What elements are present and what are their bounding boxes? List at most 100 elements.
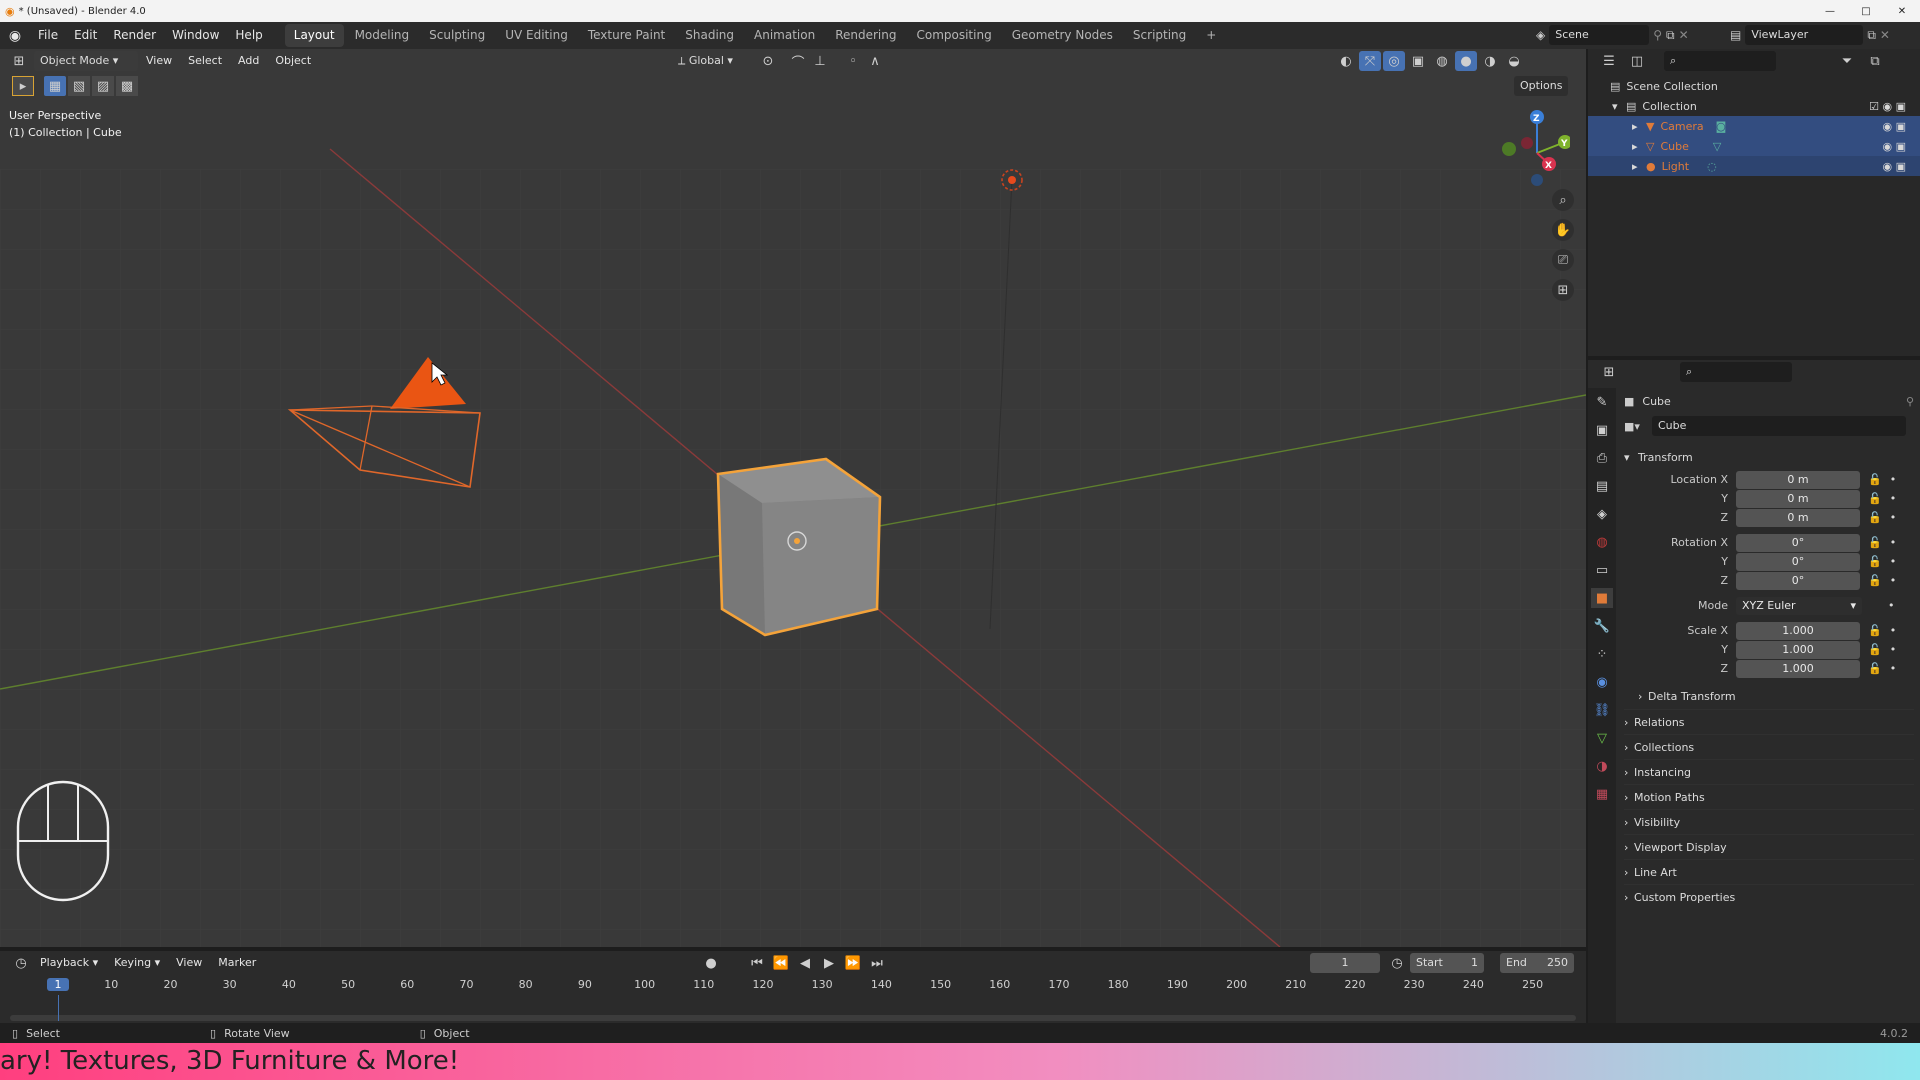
pin-icon[interactable]: ⚲ <box>1906 395 1914 408</box>
location-x-field[interactable]: 0 m <box>1736 470 1860 489</box>
keyframe-dot-icon[interactable]: • <box>1890 574 1897 587</box>
record-icon[interactable]: ● <box>700 953 722 973</box>
minimize-icon[interactable]: — <box>1812 6 1848 17</box>
lock-icon[interactable]: 🔓 <box>1868 555 1882 568</box>
falloff-icon[interactable]: ∧ <box>864 51 886 71</box>
select-tool-icon[interactable]: ▸ <box>12 76 34 96</box>
world-tab-icon[interactable]: ◍ <box>1591 532 1613 552</box>
snap-target-icon[interactable]: ⊥ <box>809 51 831 71</box>
properties-editor-icon[interactable]: ⊞ <box>1598 362 1620 382</box>
scale-z-field[interactable]: 1.000 <box>1736 659 1860 678</box>
display-mode-icon[interactable]: ◫ <box>1626 51 1648 71</box>
xray-toggle-icon[interactable]: ▣ <box>1407 51 1429 71</box>
panel-viewport-display[interactable]: › Viewport Display <box>1624 834 1914 859</box>
blender-menu-icon[interactable]: ◉ <box>0 28 30 44</box>
output-tab-icon[interactable]: ⎙ <box>1591 448 1613 468</box>
end-frame-field[interactable]: End 250 <box>1500 953 1574 973</box>
menu-window[interactable]: Window <box>164 22 227 49</box>
object-type-icon[interactable]: ■▾ <box>1624 420 1652 433</box>
delta-transform-subpanel[interactable]: › Delta Transform <box>1624 684 1914 709</box>
timeline-menu-keying[interactable]: Keying ▾ <box>106 951 168 975</box>
collection-tab-icon[interactable]: ▭ <box>1591 560 1613 580</box>
select-extend-icon[interactable]: ▧ <box>68 76 90 96</box>
filter-icon[interactable]: ⏷ <box>1836 51 1858 71</box>
3d-viewport[interactable]: ⊞ Object Mode ▾ View Select Add Object ⟂… <box>0 49 1586 947</box>
material-tab-icon[interactable]: ◑ <box>1591 756 1613 776</box>
object-name-field[interactable]: Cube <box>1652 416 1906 436</box>
panel-motion-paths[interactable]: › Motion Paths <box>1624 784 1914 809</box>
checkbox-icon[interactable]: ☑ <box>1869 100 1879 113</box>
panel-collections[interactable]: › Collections <box>1624 734 1914 759</box>
camera-render-icon[interactable]: ▣ <box>1896 140 1906 153</box>
particles-tab-icon[interactable]: ⁘ <box>1591 644 1613 664</box>
expand-arrow-icon[interactable]: ▸ <box>1632 140 1646 153</box>
close-icon[interactable]: ✕ <box>1884 6 1920 17</box>
menu-render[interactable]: Render <box>105 22 164 49</box>
lock-icon[interactable]: 🔓 <box>1868 643 1882 656</box>
navigation-gizmo[interactable]: Z Y X <box>1494 107 1570 187</box>
tab-modeling[interactable]: Modeling <box>346 24 419 47</box>
outliner-editor-icon[interactable]: ☰ <box>1598 51 1620 71</box>
lock-icon[interactable]: 🔓 <box>1868 624 1882 637</box>
viewlayer-name-field[interactable]: ViewLayer <box>1745 25 1864 45</box>
tab-scripting[interactable]: Scripting <box>1124 24 1195 47</box>
solid-shading-icon[interactable]: ● <box>1455 51 1477 71</box>
panel-instancing[interactable]: › Instancing <box>1624 759 1914 784</box>
lock-icon[interactable]: 🔓 <box>1868 492 1882 505</box>
new-scene-icon[interactable]: ⧉ <box>1666 28 1675 43</box>
expand-arrow-icon[interactable]: ▸ <box>1632 120 1646 133</box>
constraints-tab-icon[interactable]: ⛓ <box>1591 700 1613 720</box>
location-z-field[interactable]: 0 m <box>1736 508 1860 527</box>
timeline-menu-playback[interactable]: Playback ▾ <box>32 951 106 975</box>
keyframe-dot-icon[interactable]: • <box>1890 662 1897 675</box>
lock-icon[interactable]: 🔓 <box>1868 473 1882 486</box>
maximize-icon[interactable]: □ <box>1848 6 1884 17</box>
viewport-menu-view[interactable]: View <box>138 49 180 73</box>
menu-file[interactable]: File <box>30 22 66 49</box>
play-reverse-icon[interactable]: ◀ <box>794 953 816 973</box>
timeline-menu-marker[interactable]: Marker <box>210 951 264 975</box>
location-y-field[interactable]: 0 m <box>1736 489 1860 508</box>
keyframe-dot-icon[interactable]: • <box>1890 511 1897 524</box>
rendered-shading-icon[interactable]: ◒ <box>1503 51 1525 71</box>
panel-visibility[interactable]: › Visibility <box>1624 809 1914 834</box>
current-frame-marker[interactable]: 1 <box>47 978 69 991</box>
viewport-menu-object[interactable]: Object <box>267 49 319 73</box>
menu-help[interactable]: Help <box>227 22 270 49</box>
gizmo-toggle-icon[interactable]: ⤧ <box>1359 51 1381 71</box>
view-layer-tab-icon[interactable]: ▤ <box>1591 476 1613 496</box>
timeline-menu-view[interactable]: View <box>168 951 210 975</box>
frame-ruler[interactable]: 1 10 20 30 40 50 60 70 80 90 100 110 120 130 140 150 160… <box>0 975 1586 995</box>
outliner-item-camera[interactable]: ▸ ▼ Camera ◙ ◉ ▣ <box>1588 116 1920 136</box>
timeline-editor-icon[interactable]: ◷ <box>10 953 32 973</box>
tab-layout[interactable]: Layout <box>284 24 344 47</box>
outliner-item-light[interactable]: ▸ ● Light ◌ ◉ ▣ <box>1588 156 1920 176</box>
transform-panel-header[interactable]: ▾ Transform <box>1624 444 1914 470</box>
pivot-point-icon[interactable]: ⊙ <box>757 51 779 71</box>
next-keyframe-icon[interactable]: ⏩ <box>842 953 864 973</box>
jump-end-icon[interactable]: ⏭ <box>866 953 888 973</box>
material-shading-icon[interactable]: ◑ <box>1479 51 1501 71</box>
current-frame-field[interactable]: 1 <box>1310 953 1380 973</box>
keyframe-dot-icon[interactable]: • <box>1890 492 1897 505</box>
expand-arrow-icon[interactable]: ▸ <box>1632 160 1646 173</box>
remove-viewlayer-icon[interactable]: ✕ <box>1880 28 1890 42</box>
scale-x-field[interactable]: 1.000 <box>1736 621 1860 640</box>
outliner-search-field[interactable]: ⌕ <box>1664 51 1776 71</box>
modifier-tab-icon[interactable]: 🔧 <box>1591 616 1613 636</box>
cube-object[interactable] <box>716 457 882 637</box>
clock-icon[interactable]: ◷ <box>1386 953 1408 973</box>
keyframe-dot-icon[interactable]: • <box>1890 555 1897 568</box>
scene-name-field[interactable]: Scene <box>1549 25 1650 45</box>
play-icon[interactable]: ▶ <box>818 953 840 973</box>
eye-icon[interactable]: ◉ <box>1882 140 1892 153</box>
zoom-icon[interactable]: ⌕ <box>1552 189 1574 211</box>
panel-relations[interactable]: › Relations <box>1624 709 1914 734</box>
wireframe-shading-icon[interactable]: ◍ <box>1431 51 1453 71</box>
rotation-y-field[interactable]: 0° <box>1736 552 1860 571</box>
camera-view-icon[interactable]: ⎚ <box>1552 249 1574 271</box>
lock-icon[interactable]: 🔓 <box>1868 536 1882 549</box>
pin-icon[interactable]: ⚲ <box>1653 28 1662 42</box>
viewport-options-button[interactable]: Options <box>1514 76 1569 96</box>
object-mode-dropdown[interactable]: Object Mode ▾ <box>34 51 138 71</box>
